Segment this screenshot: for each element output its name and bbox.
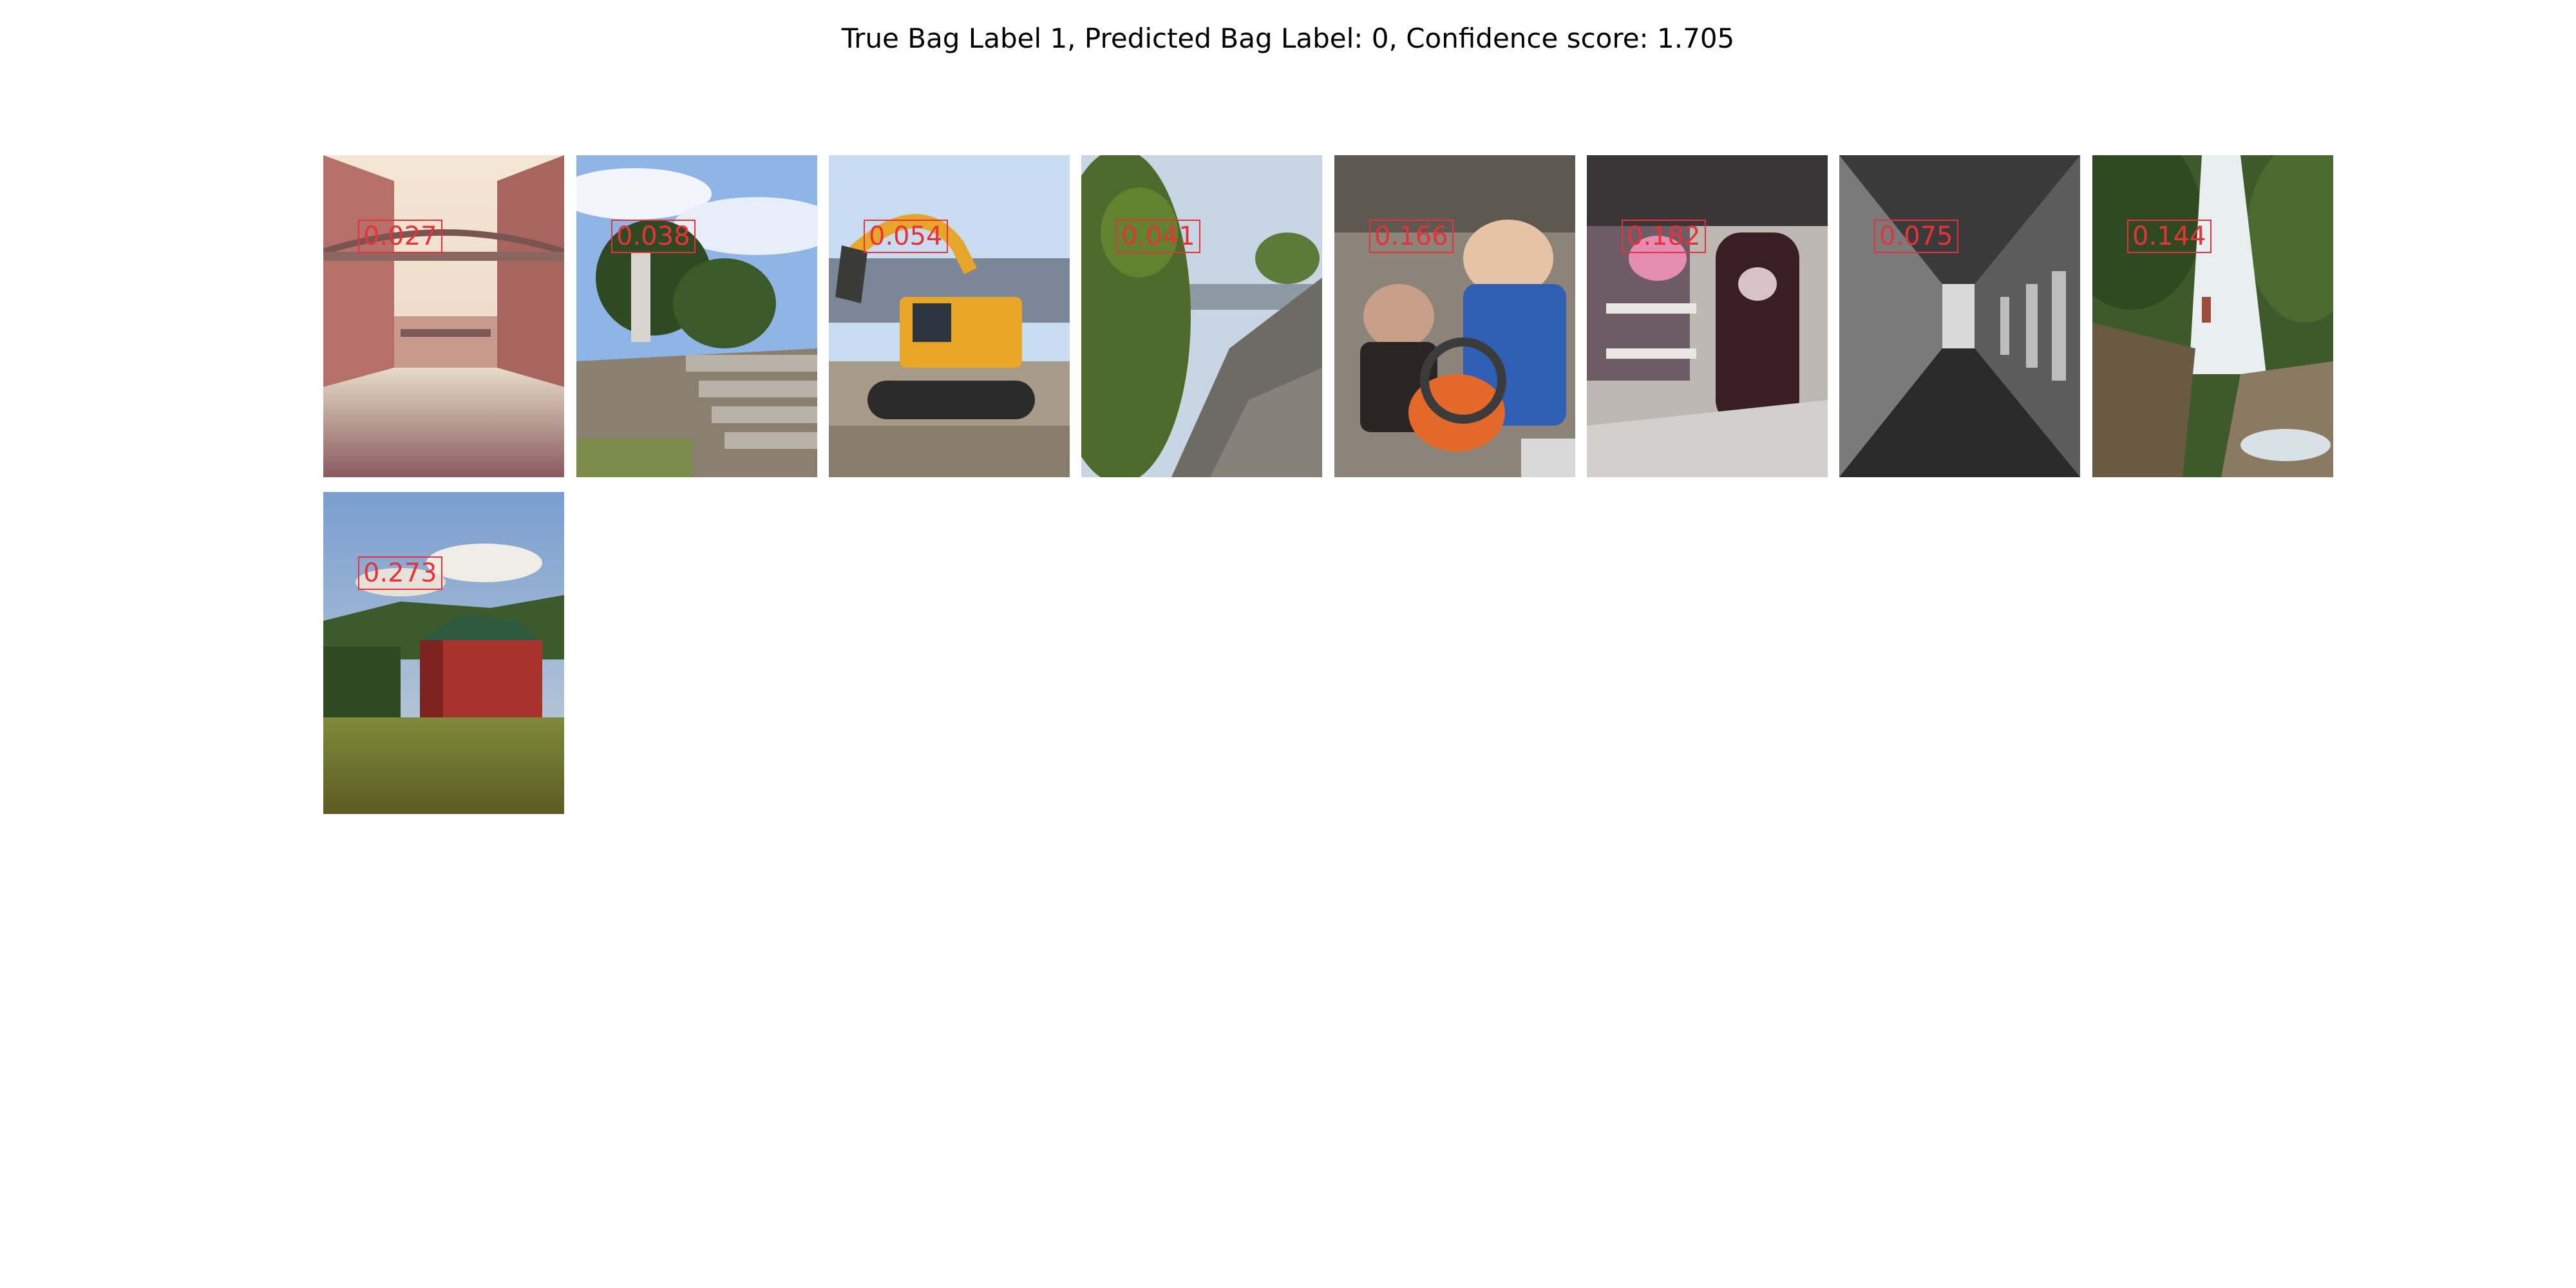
- waterfall-cliff-image: [2092, 155, 2333, 477]
- yellow-excavator-image: [829, 155, 1070, 477]
- instance-score-label: 0.144: [2127, 220, 2211, 253]
- rocky-hillside-vegetation-image: [1081, 155, 1322, 477]
- instance-image-3: 0.054: [829, 155, 1070, 477]
- instance-image-2: 0.038: [576, 155, 817, 477]
- stone-steps-statue-trees-image: [576, 155, 817, 477]
- figure-title: True Bag Label 1, Predicted Bag Label: 0…: [841, 23, 1735, 54]
- instance-score-label: 0.041: [1116, 220, 1200, 253]
- instance-image-9: 0.273: [323, 492, 564, 814]
- instance-score-label: 0.027: [358, 220, 442, 253]
- instance-image-6: 0.182: [1587, 155, 1828, 477]
- red-barn-field-image: [323, 492, 564, 814]
- instance-image-7: 0.075: [1839, 155, 2080, 477]
- instance-score-label: 0.182: [1622, 220, 1706, 253]
- instance-image-1: 0.027: [323, 155, 564, 477]
- canal-between-brick-buildings-image: [323, 155, 564, 477]
- instance-score-label: 0.273: [358, 556, 442, 590]
- instance-score-label: 0.166: [1369, 220, 1454, 253]
- workshop-people-machine-image: [1334, 155, 1575, 477]
- instance-image-8: 0.144: [2092, 155, 2333, 477]
- instance-image-4: 0.041: [1081, 155, 1322, 477]
- shop-interior-clothing-image: [1587, 155, 1828, 477]
- instance-score-label: 0.054: [864, 220, 948, 253]
- instance-score-label: 0.038: [611, 220, 696, 253]
- instance-image-5: 0.166: [1334, 155, 1575, 477]
- instance-score-label: 0.075: [1874, 220, 1958, 253]
- dark-corridor-image: [1839, 155, 2080, 477]
